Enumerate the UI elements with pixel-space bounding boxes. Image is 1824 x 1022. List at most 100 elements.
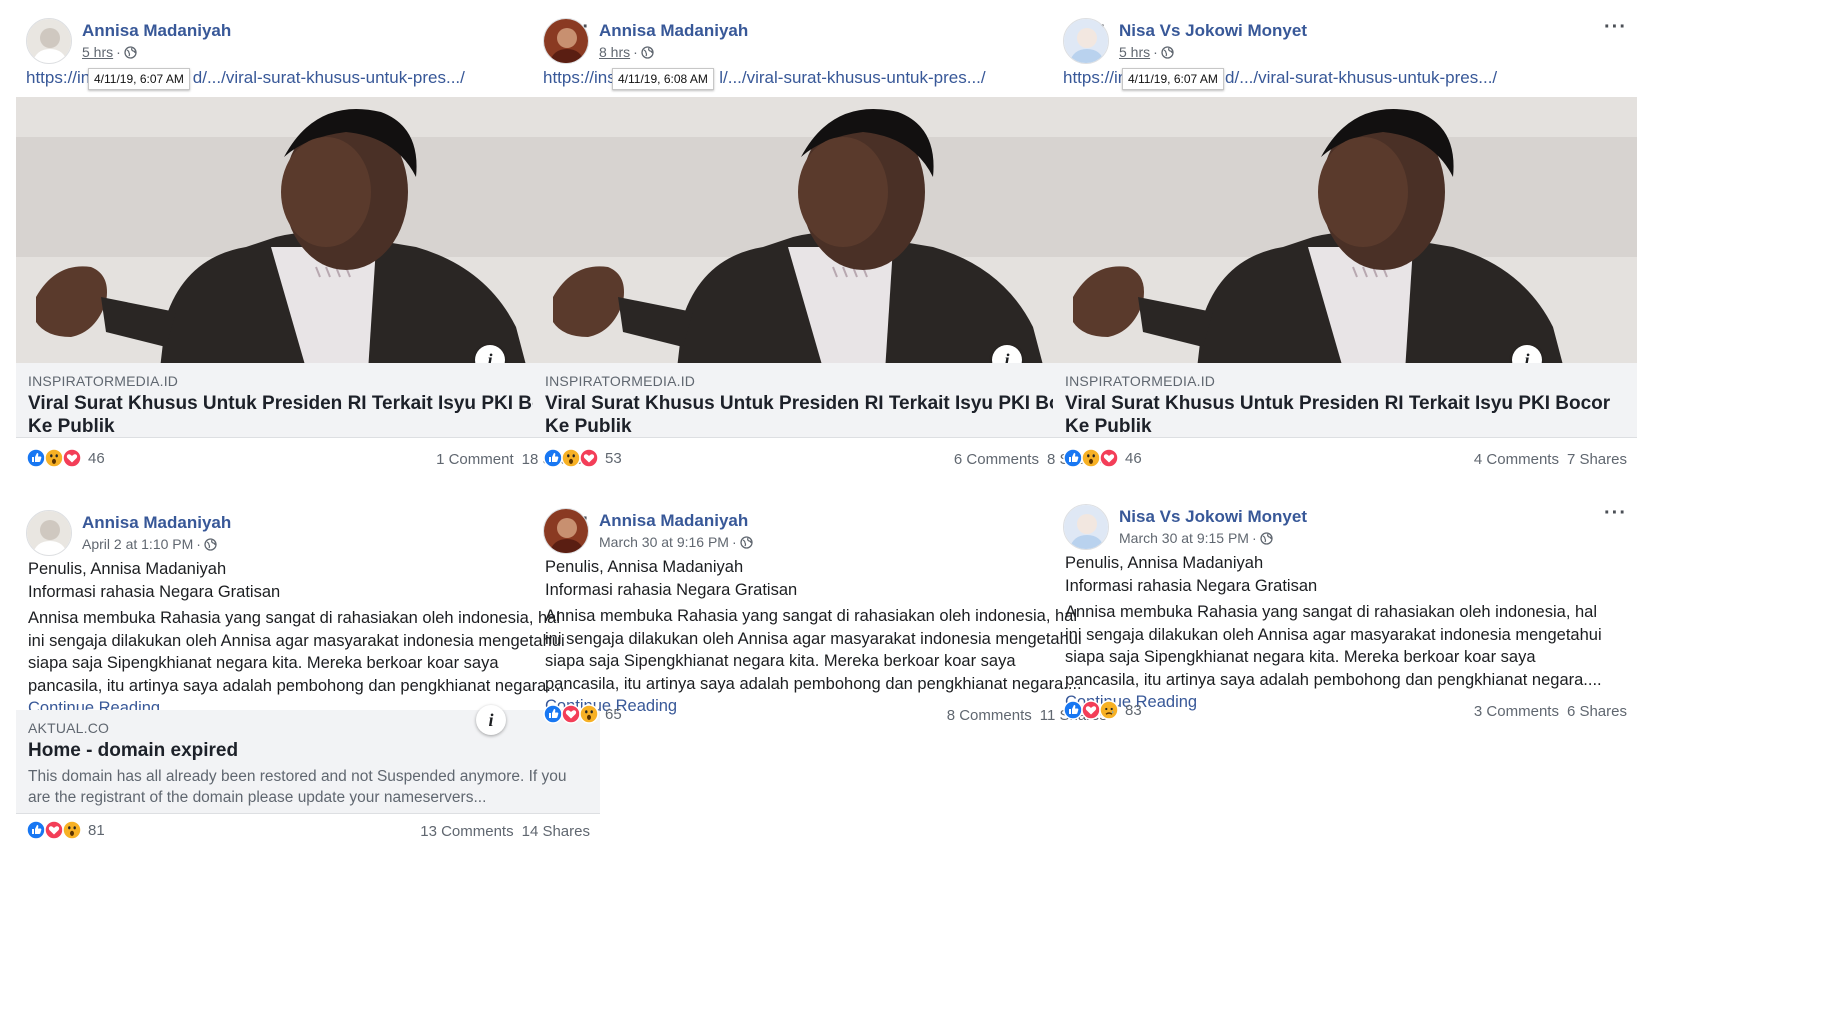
timestamp-tooltip: 4/11/19, 6:08 AM: [612, 68, 714, 90]
post-line: siapa saja Sipengkhianat negara kita. Me…: [1065, 648, 1536, 666]
avatar[interactable]: [26, 18, 72, 64]
globe-icon: [739, 535, 753, 549]
facebook-post: Annisa Madaniyah March 30 at 9:16 PM · ·…: [533, 506, 1117, 738]
author-name[interactable]: Annisa Madaniyah: [82, 21, 231, 41]
avatar[interactable]: [543, 18, 589, 64]
link-title[interactable]: Viral Surat Khusus Untuk Presiden RI Ter…: [1065, 392, 1625, 438]
like-icon: [1063, 700, 1083, 720]
meta-separator: ·: [633, 44, 638, 60]
love-icon: [579, 448, 599, 468]
comment-count[interactable]: 3 Comments: [1474, 703, 1559, 720]
love-icon: [1081, 700, 1101, 720]
reaction-count[interactable]: 65: [605, 706, 622, 723]
link-title[interactable]: Home - domain expired: [28, 739, 588, 762]
link-preview-box[interactable]: AKTUAL.CO Home - domain expired This domai…: [16, 710, 600, 814]
like-icon: [26, 820, 46, 840]
more-options-icon[interactable]: ···: [1604, 16, 1627, 39]
facebook-post: Annisa Madaniyah 5 hrs · ··· https://ins…: [16, 16, 600, 488]
engagement-bar: 53 6 Comments8 Shares: [543, 448, 1107, 474]
share-count[interactable]: 14 Shares: [522, 823, 590, 840]
link-preview-image[interactable]: [533, 97, 1117, 403]
globe-icon: [1161, 45, 1174, 59]
post-meta: 5 hrs ·: [82, 44, 137, 60]
author-name[interactable]: Annisa Madaniyah: [599, 21, 748, 41]
globe-icon: [204, 537, 217, 551]
post-timestamp[interactable]: 8 hrs: [599, 44, 630, 60]
post-line: ini sengaja dilakukan oleh Annisa agar m…: [28, 631, 565, 650]
author-name[interactable]: Nisa Vs Jokowi Monyet: [1119, 21, 1307, 41]
post-timestamp[interactable]: March 30 at 9:15 PM: [1119, 530, 1249, 546]
post-line: pancasila, itu artinya saya adalah pembo…: [1065, 670, 1602, 689]
engagement-bar: 65 8 Comments11 Shares: [543, 704, 1107, 730]
engagement-bar: 83 3 Comments 6 Shares: [1063, 700, 1627, 726]
person-photo: [16, 97, 600, 403]
link-preview-box[interactable]: INSPIRATORMEDIA.ID Viral Surat Khusus Un…: [533, 363, 1117, 438]
link-preview-image[interactable]: [16, 97, 600, 403]
post-meta: March 30 at 9:16 PM ·: [599, 534, 753, 550]
post-line: Informasi rahasia Negara Gratisan: [1065, 576, 1318, 595]
post-meta: April 2 at 1:10 PM ·: [82, 536, 217, 552]
post-body: Penulis, Annisa Madaniyah Informasi raha…: [28, 558, 600, 720]
post-timestamp[interactable]: 5 hrs: [1119, 44, 1150, 60]
comment-count[interactable]: 8 Comments: [947, 707, 1032, 724]
post-line: ini sengaja dilakukan oleh Annisa agar m…: [1065, 625, 1602, 644]
meta-separator: ·: [1153, 44, 1158, 60]
globe-icon: [124, 45, 137, 59]
more-options-icon[interactable]: ···: [1604, 502, 1627, 525]
author-name[interactable]: Annisa Madaniyah: [599, 511, 748, 531]
link-domain: INSPIRATORMEDIA.ID: [545, 373, 696, 389]
post-meta: 5 hrs ·: [1119, 44, 1174, 60]
avatar[interactable]: [1063, 504, 1109, 550]
post-link-text[interactable]: https://insp l/.../viral-surat-khusus-unt…: [543, 68, 986, 88]
avatar[interactable]: [26, 510, 72, 556]
link-preview-image[interactable]: [1053, 97, 1637, 403]
reaction-count[interactable]: 83: [1125, 702, 1142, 719]
post-body: Penulis, Annisa Madaniyah Informasi raha…: [545, 556, 1117, 718]
engagement-counts: 13 Comments 14 Shares: [420, 823, 590, 840]
love-icon: [561, 704, 581, 724]
reactions[interactable]: 53: [543, 448, 622, 468]
post-header: Annisa Madaniyah 5 hrs · ···: [16, 16, 600, 74]
link-preview-box[interactable]: INSPIRATORMEDIA.ID Viral Surat Khusus Un…: [16, 363, 600, 438]
link-title[interactable]: Viral Surat Khusus Untuk Presiden RI Ter…: [28, 392, 588, 438]
comment-count[interactable]: 6 Comments: [954, 451, 1039, 468]
avatar[interactable]: [1063, 18, 1109, 64]
reactions[interactable]: 46: [1063, 448, 1142, 468]
reaction-count[interactable]: 81: [88, 822, 105, 839]
reaction-count[interactable]: 46: [88, 450, 105, 467]
post-timestamp[interactable]: 5 hrs: [82, 44, 113, 60]
share-count[interactable]: 7 Shares: [1567, 451, 1627, 468]
author-name[interactable]: Nisa Vs Jokowi Monyet: [1119, 507, 1307, 527]
wow-icon: [62, 820, 82, 840]
info-icon[interactable]: i: [476, 705, 506, 735]
avatar[interactable]: [543, 508, 589, 554]
like-icon: [1063, 448, 1083, 468]
share-count[interactable]: 6 Shares: [1567, 703, 1627, 720]
comment-count[interactable]: 1 Comment: [436, 451, 514, 468]
reactions[interactable]: 83: [1063, 700, 1142, 720]
globe-icon: [1259, 531, 1273, 545]
link-title[interactable]: Viral Surat Khusus Untuk Presiden RI Ter…: [545, 392, 1105, 438]
post-timestamp[interactable]: March 30 at 9:16 PM: [599, 534, 729, 550]
wow-icon: [44, 448, 64, 468]
reaction-count[interactable]: 53: [605, 450, 622, 467]
author-name[interactable]: Annisa Madaniyah: [82, 513, 231, 533]
post-line: Penulis, Annisa Madaniyah: [545, 558, 744, 576]
reaction-count[interactable]: 46: [1125, 450, 1142, 467]
comment-count[interactable]: 13 Comments: [420, 823, 513, 840]
wow-icon: [579, 704, 599, 724]
timestamp-tooltip: 4/11/19, 6:07 AM: [88, 68, 190, 90]
post-meta: March 30 at 9:15 PM ·: [1119, 530, 1273, 546]
meta-separator: ·: [116, 44, 121, 60]
reactions[interactable]: 46: [26, 448, 105, 468]
facebook-post: Nisa Vs Jokowi Monyet March 30 at 9:15 P…: [1053, 502, 1637, 734]
comment-count[interactable]: 4 Comments: [1474, 451, 1559, 468]
post-timestamp[interactable]: April 2 at 1:10 PM: [82, 536, 193, 552]
timestamp-tooltip: 4/11/19, 6:07 AM: [1122, 68, 1224, 90]
facebook-post: Annisa Madaniyah April 2 at 1:10 PM · ··…: [16, 508, 600, 850]
reactions[interactable]: 81: [26, 820, 105, 840]
reactions[interactable]: 65: [543, 704, 622, 724]
meta-separator: ·: [196, 536, 201, 552]
post-line: Penulis, Annisa Madaniyah: [28, 560, 227, 578]
link-preview-box[interactable]: INSPIRATORMEDIA.ID Viral Surat Khusus Un…: [1053, 363, 1637, 438]
